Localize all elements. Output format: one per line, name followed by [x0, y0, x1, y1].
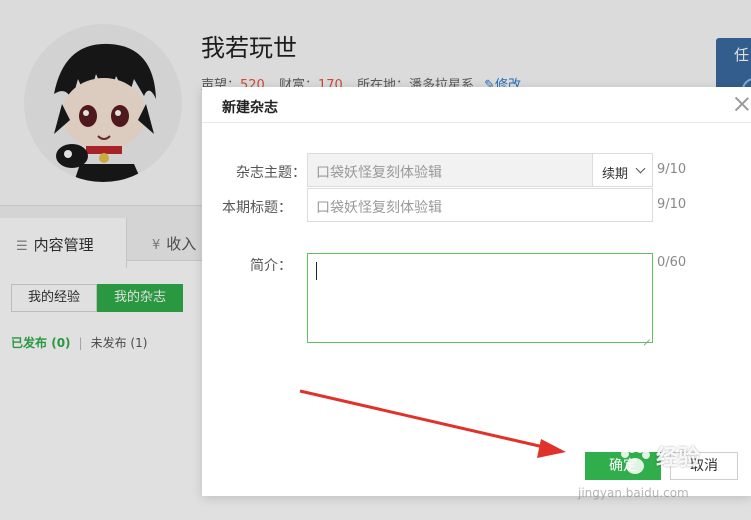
dialog-header: 新建杂志	[202, 87, 751, 123]
new-magazine-dialog: 新建杂志 杂志主题： 口袋妖怪复刻体验辑 续期 9/10 本期标题： 口袋妖怪复…	[202, 87, 751, 496]
watermark-text: 经验	[656, 446, 701, 471]
paw-watermark-icon	[621, 445, 650, 474]
intro-counter: 0/60	[657, 255, 687, 270]
chevron-down-icon	[635, 163, 646, 174]
text-caret	[316, 262, 317, 280]
issue-title-input[interactable]: 口袋妖怪复刻体验辑	[307, 188, 653, 222]
dialog-title: 新建杂志	[222, 100, 278, 116]
topic-type-select[interactable]: 续期	[592, 153, 653, 187]
intro-label: 简介：	[250, 258, 292, 274]
watermark-url: jingyan.baidu.com	[578, 486, 689, 500]
close-icon[interactable]	[733, 95, 751, 113]
topic-label: 杂志主题：	[236, 165, 306, 181]
issue-title-label: 本期标题：	[222, 200, 292, 216]
topic-counter: 9/10	[657, 162, 687, 177]
topic-type-value: 续期	[602, 167, 629, 182]
intro-textarea[interactable]	[307, 253, 653, 343]
issue-title-counter: 9/10	[657, 197, 687, 212]
resize-handle-icon[interactable]	[642, 332, 650, 340]
